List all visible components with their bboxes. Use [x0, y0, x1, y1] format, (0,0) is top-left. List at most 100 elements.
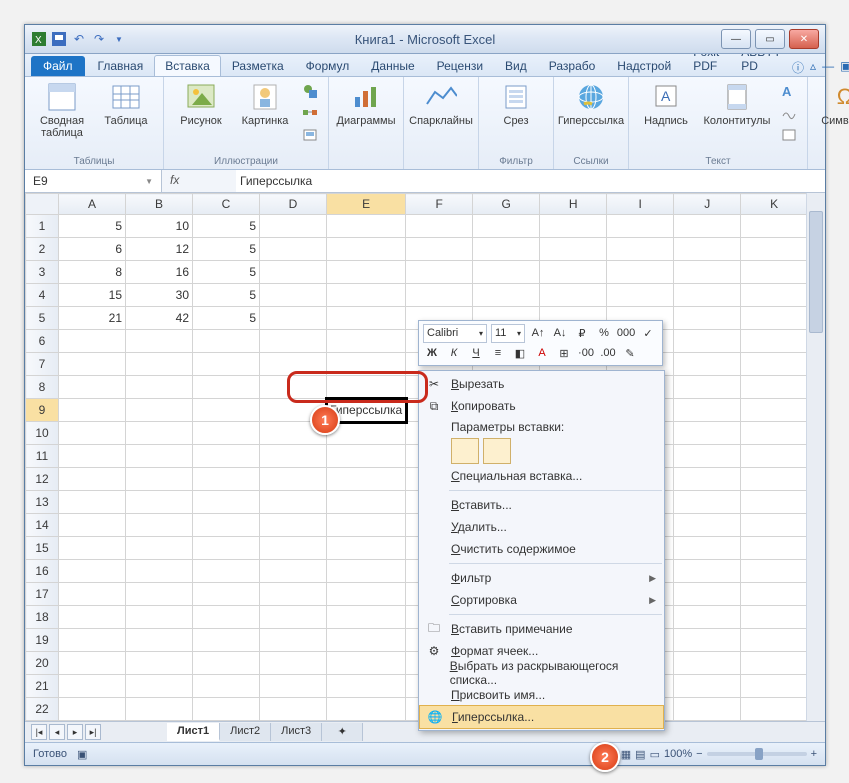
file-tab[interactable]: Файл	[31, 56, 85, 76]
row-header-15[interactable]: 15	[26, 537, 59, 560]
cell-C23[interactable]	[193, 721, 260, 722]
ribbon-collapse-icon[interactable]: ▵	[810, 59, 816, 76]
cell-K6[interactable]	[741, 330, 808, 353]
col-header-D[interactable]: D	[260, 194, 327, 215]
row-header-9[interactable]: 9	[26, 399, 59, 422]
row-header-2[interactable]: 2	[26, 238, 59, 261]
cell-J10[interactable]	[674, 422, 741, 445]
cell-K20[interactable]	[741, 652, 808, 675]
cell-J14[interactable]	[674, 514, 741, 537]
cell-C11[interactable]	[193, 445, 260, 468]
cell-G2[interactable]	[473, 238, 540, 261]
symbols-button[interactable]: ΩСимволы	[816, 81, 849, 127]
cell-A10[interactable]	[59, 422, 126, 445]
cell-D15[interactable]	[260, 537, 327, 560]
header-footer-button[interactable]: Колонтитулы	[701, 81, 773, 127]
cell-A11[interactable]	[59, 445, 126, 468]
row-header-14[interactable]: 14	[26, 514, 59, 537]
cell-I3[interactable]	[607, 261, 674, 284]
tab-insert[interactable]: Вставка	[154, 55, 221, 76]
cell-K3[interactable]	[741, 261, 808, 284]
cell-K22[interactable]	[741, 698, 808, 721]
cell-K5[interactable]	[741, 307, 808, 330]
redo-icon[interactable]: ↷	[91, 31, 107, 47]
cell-K18[interactable]	[741, 606, 808, 629]
cell-B6[interactable]	[126, 330, 193, 353]
clipart-button[interactable]: Картинка	[236, 81, 294, 127]
tab-addins[interactable]: Надстрой	[606, 55, 682, 76]
cell-B12[interactable]	[126, 468, 193, 491]
cell-E21[interactable]	[327, 675, 406, 698]
select-all-corner[interactable]	[26, 194, 59, 215]
cell-C5[interactable]: 5	[193, 307, 260, 330]
cell-J5[interactable]	[674, 307, 741, 330]
cell-A1[interactable]: 5	[59, 215, 126, 238]
thousands-icon[interactable]: 000	[617, 324, 635, 342]
close-button[interactable]: ✕	[789, 29, 819, 49]
cell-E15[interactable]	[327, 537, 406, 560]
cell-E18[interactable]	[327, 606, 406, 629]
cell-D5[interactable]	[260, 307, 327, 330]
col-header-H[interactable]: H	[540, 194, 607, 215]
cell-J11[interactable]	[674, 445, 741, 468]
cell-D23[interactable]	[260, 721, 327, 722]
cell-K15[interactable]	[741, 537, 808, 560]
cell-A8[interactable]	[59, 376, 126, 399]
cell-J1[interactable]	[674, 215, 741, 238]
row-header-7[interactable]: 7	[26, 353, 59, 376]
cell-E16[interactable]	[327, 560, 406, 583]
tab-data[interactable]: Данные	[360, 55, 425, 76]
cell-B21[interactable]	[126, 675, 193, 698]
cell-B8[interactable]	[126, 376, 193, 399]
col-header-B[interactable]: B	[126, 194, 193, 215]
view-pagebreak-icon[interactable]: ▭	[650, 748, 660, 761]
cell-C19[interactable]	[193, 629, 260, 652]
cell-D17[interactable]	[260, 583, 327, 606]
pivot-table-button[interactable]: Сводная таблица	[33, 81, 91, 139]
cell-A20[interactable]	[59, 652, 126, 675]
cell-D16[interactable]	[260, 560, 327, 583]
col-header-K[interactable]: K	[741, 194, 808, 215]
cell-K1[interactable]	[741, 215, 808, 238]
cell-H1[interactable]	[540, 215, 607, 238]
cell-G1[interactable]	[473, 215, 540, 238]
tab-home[interactable]: Главная	[87, 55, 155, 76]
cell-C22[interactable]	[193, 698, 260, 721]
cell-J20[interactable]	[674, 652, 741, 675]
fx-icon[interactable]: fx	[170, 173, 186, 189]
ctx-item-1[interactable]: ⧉Копировать	[419, 395, 664, 417]
cell-K19[interactable]	[741, 629, 808, 652]
minimize-button[interactable]: —	[721, 29, 751, 49]
cell-B13[interactable]	[126, 491, 193, 514]
cell-B19[interactable]	[126, 629, 193, 652]
sparklines-button[interactable]: Спарклайны	[412, 81, 470, 127]
cell-J8[interactable]	[674, 376, 741, 399]
cell-K21[interactable]	[741, 675, 808, 698]
cell-B4[interactable]: 30	[126, 284, 193, 307]
cell-I4[interactable]	[607, 284, 674, 307]
cell-D7[interactable]	[260, 353, 327, 376]
cell-H3[interactable]	[540, 261, 607, 284]
cell-F3[interactable]	[406, 261, 473, 284]
ctx-item-10[interactable]: Фильтр▶	[419, 567, 664, 589]
cell-C18[interactable]	[193, 606, 260, 629]
row-header-22[interactable]: 22	[26, 698, 59, 721]
zoom-level[interactable]: 100%	[664, 748, 692, 760]
cell-B23[interactable]	[126, 721, 193, 722]
row-header-21[interactable]: 21	[26, 675, 59, 698]
col-header-J[interactable]: J	[674, 194, 741, 215]
cell-B11[interactable]	[126, 445, 193, 468]
cell-B14[interactable]	[126, 514, 193, 537]
merge-icon[interactable]: ✎	[621, 344, 639, 362]
cell-C9[interactable]	[193, 399, 260, 422]
ctx-item-13[interactable]: 🗀Вставить примечание	[419, 618, 664, 640]
cell-K23[interactable]	[741, 721, 808, 722]
mdi-min-icon[interactable]: —	[822, 59, 834, 76]
save-icon[interactable]	[51, 31, 67, 47]
cell-C1[interactable]: 5	[193, 215, 260, 238]
cell-B9[interactable]	[126, 399, 193, 422]
hyperlink-button[interactable]: Гиперссылка	[562, 81, 620, 127]
tab-formulas[interactable]: Формул	[295, 55, 361, 76]
cell-A6[interactable]	[59, 330, 126, 353]
ctx-item-0[interactable]: ✂Вырезать	[419, 373, 664, 395]
